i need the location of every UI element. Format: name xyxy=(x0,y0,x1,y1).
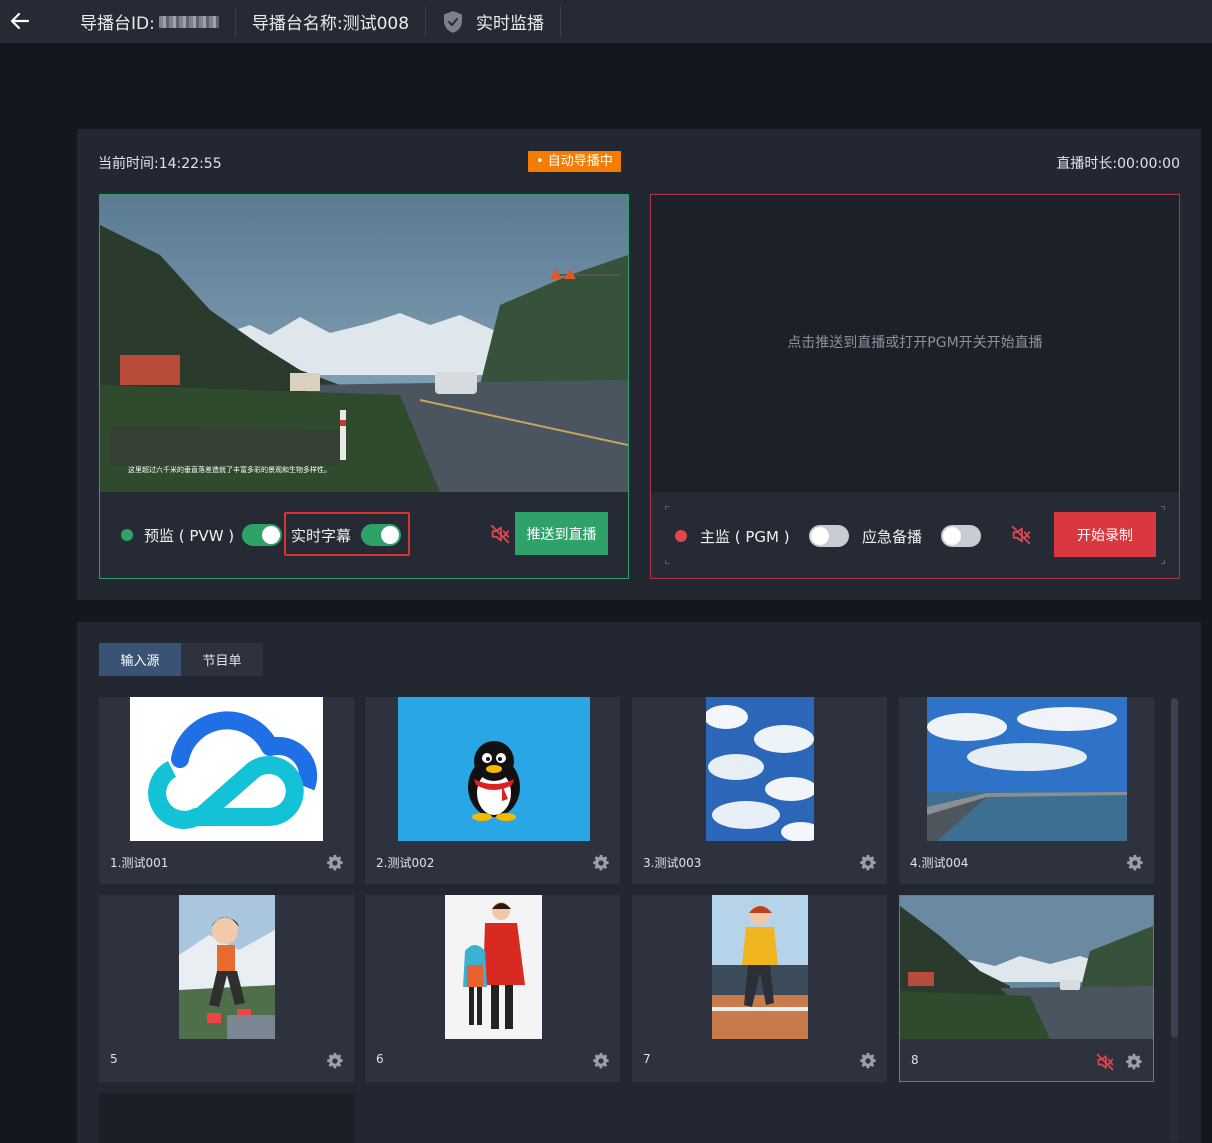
program-status-dot xyxy=(675,530,687,542)
program-hint: 点击推送到直播或打开PGM开关开始直播 xyxy=(787,334,1043,351)
thumb-cloud-logo xyxy=(130,697,323,841)
program-monitor: 点击推送到直播或打开PGM开关开始直播 主监 ( PGM ) 应急备播 开始录制 xyxy=(650,194,1180,579)
live-duration-value: 00:00:00 xyxy=(1117,156,1180,172)
live-duration-label: 直播时长: xyxy=(1056,156,1118,172)
source-card[interactable]: 1.测试001 xyxy=(99,697,354,884)
gear-icon[interactable] xyxy=(1126,854,1144,872)
preview-subtitle: 这里超过六千米的垂直落差造就了丰富多彩的景观和生物多样性。 xyxy=(128,466,331,474)
scrollbar-thumb[interactable] xyxy=(1171,698,1178,1038)
preview-toggle[interactable] xyxy=(242,524,282,546)
live-duration: 直播时长:00:00:00 xyxy=(1056,153,1180,173)
backup-toggle[interactable] xyxy=(941,525,981,547)
gear-icon[interactable] xyxy=(592,854,610,872)
source-label: 8 xyxy=(911,1053,919,1067)
caption-toggle[interactable] xyxy=(361,524,401,546)
auto-director-badge: • 自动导播中 xyxy=(528,151,621,172)
source-label: 1.测试001 xyxy=(110,856,169,870)
program-controls: 主监 ( PGM ) 应急备播 开始录制 xyxy=(651,492,1179,578)
console-name: 导播台名称: 测试008 xyxy=(236,6,427,37)
corner-mark xyxy=(665,560,669,564)
source-label: 7 xyxy=(643,1052,651,1066)
mute-icon[interactable] xyxy=(1095,1052,1115,1072)
program-video[interactable]: 点击推送到直播或打开PGM开关开始直播 xyxy=(651,195,1179,492)
gear-icon[interactable] xyxy=(859,854,877,872)
source-tabs: 输入源 节目单 xyxy=(99,643,263,676)
mountain-road-scene xyxy=(100,195,628,492)
tab-program-list[interactable]: 节目单 xyxy=(181,643,263,676)
preview-monitor: 这里超过六千米的垂直落差造就了丰富多彩的景观和生物多样性。 预监 ( PVW )… xyxy=(99,194,629,579)
back-button[interactable] xyxy=(0,6,40,36)
source-label: 4.测试004 xyxy=(910,856,969,870)
source-card-active[interactable]: 8 xyxy=(899,895,1154,1082)
source-label: 6 xyxy=(376,1052,384,1066)
gear-icon[interactable] xyxy=(326,1052,344,1070)
corner-mark xyxy=(665,506,669,510)
preview-status-dot xyxy=(121,529,133,541)
corner-mark xyxy=(1161,560,1165,564)
source-card-partial[interactable] xyxy=(99,1093,354,1143)
preview-label: 预监 ( PVW ) xyxy=(144,527,235,545)
thumb-anime-pair xyxy=(445,895,542,1039)
thumb-mountain-road xyxy=(900,896,1153,1039)
gear-icon[interactable] xyxy=(592,1052,610,1070)
thumb-penguin xyxy=(398,697,590,841)
caption-label: 实时字幕 xyxy=(291,527,352,545)
preview-video[interactable]: 这里超过六千米的垂直落差造就了丰富多彩的景观和生物多样性。 xyxy=(100,195,628,492)
source-card[interactable]: 5 xyxy=(99,895,354,1082)
preview-controls: 预监 ( PVW ) 实时字幕 推送到直播 xyxy=(100,492,628,578)
console-id-label: 导播台ID: xyxy=(80,14,155,34)
gear-icon[interactable] xyxy=(859,1052,877,1070)
top-bar: 导播台ID: 导播台名称: 测试008 实时监播 xyxy=(0,0,1212,43)
mute-icon[interactable] xyxy=(1010,524,1032,546)
push-to-live-button[interactable]: 推送到直播 xyxy=(515,512,608,555)
console-name-value: 测试008 xyxy=(342,14,410,34)
current-time-label: 当前时间: xyxy=(98,156,159,172)
monitor-panel: 当前时间:14:22:55 • 自动导播中 直播时长:00:00:00 这里超过… xyxy=(77,129,1201,600)
start-recording-button[interactable]: 开始录制 xyxy=(1054,512,1156,557)
thumb-sky xyxy=(706,697,814,841)
mute-icon[interactable] xyxy=(489,523,511,545)
thumb-pier xyxy=(927,697,1127,841)
source-card[interactable]: 2.测试002 xyxy=(365,697,620,884)
source-label: 2.测试002 xyxy=(376,856,435,870)
source-card[interactable]: 4.测试004 xyxy=(899,697,1154,884)
source-card[interactable]: 3.测试003 xyxy=(632,697,887,884)
arrow-left-icon xyxy=(10,12,30,30)
source-panel: 输入源 节目单 1.测试001 2.测试002 3.测试003 4.测试004 … xyxy=(77,622,1201,1143)
shield-check-icon xyxy=(442,10,464,34)
source-card[interactable]: 6 xyxy=(365,895,620,1082)
tab-input-sources[interactable]: 输入源 xyxy=(99,643,181,676)
gear-icon[interactable] xyxy=(1125,1053,1143,1071)
corner-mark xyxy=(1161,506,1165,510)
backup-label: 应急备播 xyxy=(862,528,923,546)
monitor-header: 当前时间:14:22:55 • 自动导播中 直播时长:00:00:00 xyxy=(77,129,1201,193)
program-label: 主监 ( PGM ) xyxy=(700,528,790,546)
source-card[interactable]: 7 xyxy=(632,895,887,1082)
program-toggle[interactable] xyxy=(809,525,849,547)
current-time: 当前时间:14:22:55 xyxy=(98,153,222,173)
source-label: 3.测试003 xyxy=(643,856,702,870)
realtime-monitor-tab[interactable]: 实时监播 xyxy=(426,6,562,37)
thumb-anime-runner xyxy=(712,895,808,1039)
console-name-label: 导播台名称: xyxy=(251,14,343,34)
source-label: 5 xyxy=(110,1052,118,1066)
gear-icon[interactable] xyxy=(326,854,344,872)
console-id-masked xyxy=(158,15,219,28)
realtime-monitor-label: 实时监播 xyxy=(476,14,545,34)
current-time-value: 14:22:55 xyxy=(158,156,222,172)
thumb-anime-girl xyxy=(179,895,275,1039)
